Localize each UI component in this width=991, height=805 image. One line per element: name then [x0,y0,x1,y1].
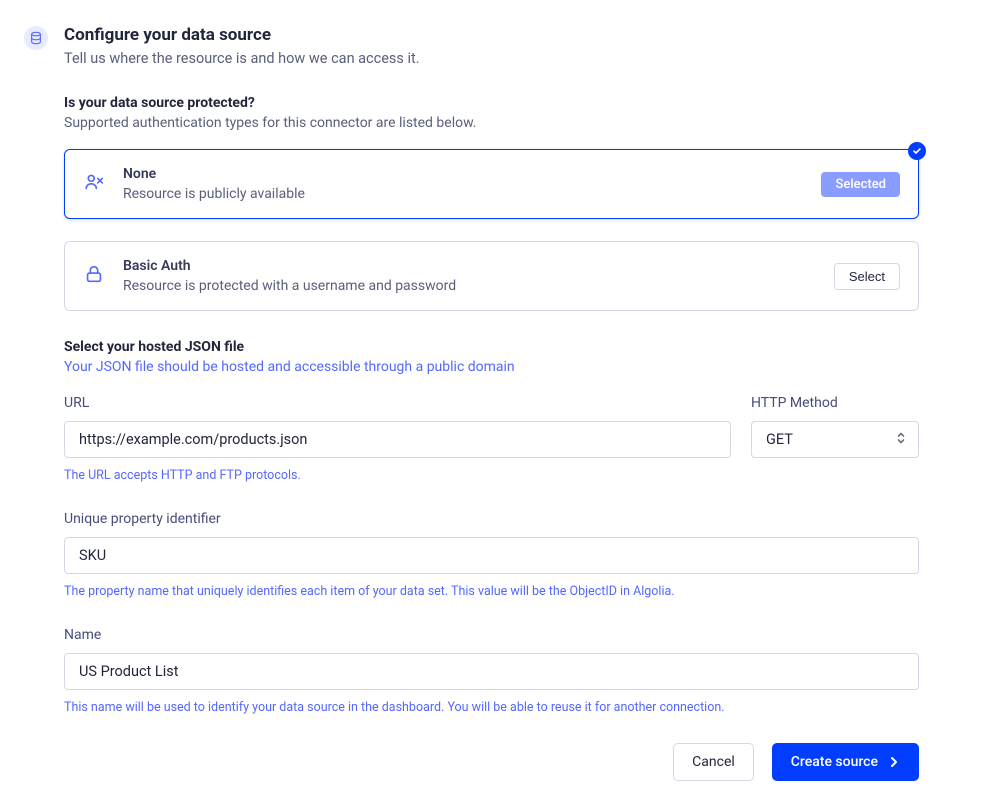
json-section-subtitle: Your JSON file should be hosted and acce… [64,359,919,375]
name-hint: This name will be used to identify your … [64,700,919,715]
json-section-title: Select your hosted JSON file [64,339,919,355]
chevron-right-icon [888,756,900,768]
url-label: URL [64,395,731,411]
auth-option-desc: Resource is protected with a username an… [123,278,816,294]
database-icon [24,26,48,50]
auth-section-subtitle: Supported authentication types for this … [64,115,919,131]
url-hint: The URL accepts HTTP and FTP protocols. [64,468,731,483]
auth-option-title: Basic Auth [123,258,816,274]
method-select[interactable] [751,421,919,458]
cancel-button[interactable]: Cancel [673,743,754,781]
method-label: HTTP Method [751,395,919,411]
create-source-button[interactable]: Create source [772,743,919,781]
lock-icon [83,263,105,289]
identifier-hint: The property name that uniquely identifi… [64,584,919,599]
create-source-label: Create source [791,754,878,770]
user-none-icon [83,171,105,197]
name-input[interactable] [64,653,919,690]
identifier-input[interactable] [64,537,919,574]
name-label: Name [64,627,919,643]
auth-section-title: Is your data source protected? [64,95,919,111]
page-subtitle: Tell us where the resource is and how we… [64,50,919,67]
selected-badge: Selected [821,172,900,197]
url-input[interactable] [64,421,731,458]
auth-option-desc: Resource is publicly available [123,186,803,202]
select-button[interactable]: Select [834,263,900,290]
auth-option-title: None [123,166,803,182]
identifier-label: Unique property identifier [64,511,919,527]
auth-option-none[interactable]: None Resource is publicly available Sele… [64,149,919,219]
check-icon [908,142,926,160]
page-title: Configure your data source [64,24,919,46]
auth-option-basic[interactable]: Basic Auth Resource is protected with a … [64,241,919,311]
